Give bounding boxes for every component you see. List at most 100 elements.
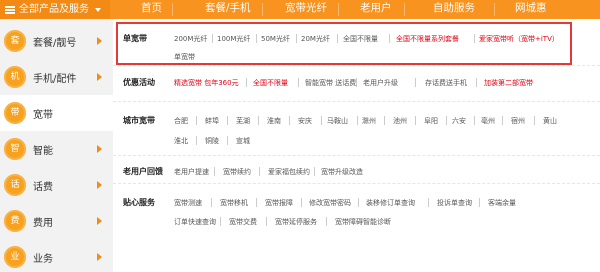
link-old-user-upgrade[interactable]: 老用户升级 [363, 78, 398, 88]
link-smart-diagnosis[interactable]: 宽带障碍智能诊断 [335, 217, 391, 227]
section-title: 城市宽带 [123, 116, 155, 125]
link-city[interactable]: 芜湖 [236, 116, 250, 126]
section-old-user-rewards: 老用户回馈 老用户提速 宽带续约 爱家福包续约 宽带升级改造 [113, 156, 600, 184]
divider [301, 198, 302, 207]
link-family-pack-renewal[interactable]: 爱家福包续约 [268, 167, 310, 177]
category-sidebar: 套 套餐/靓号 机 手机/配件 带 宽带 智 智能 话 话费 费 费用 业 业务 [0, 19, 113, 272]
link-old-user-speedup[interactable]: 老用户提速 [174, 167, 209, 177]
nav-home[interactable]: 首页 [141, 0, 162, 19]
sidebar-item-broadband[interactable]: 带 宽带 [0, 95, 113, 131]
nav-web-city-deals[interactable]: 网城惠 [515, 0, 547, 19]
link-broadband-pay[interactable]: 宽带交费 [229, 217, 257, 227]
divider [502, 116, 503, 125]
link-complaint-query[interactable]: 投诉单查询 [437, 198, 472, 208]
link-city[interactable]: 六安 [452, 116, 466, 126]
link-order-query[interactable]: 装移修订单查询 [366, 198, 415, 208]
divider [358, 198, 359, 207]
link-change-password[interactable]: 修改宽带密码 [309, 198, 351, 208]
divider [196, 116, 197, 125]
link-speed-test[interactable]: 宽带测速 [174, 198, 202, 208]
section-promotions: 优惠活动 精选宽带 包年360元 全国不限量 智能宽带 送话费 老用户升级 存话… [113, 66, 600, 102]
business-icon: 业 [4, 246, 26, 268]
link-city[interactable]: 亳州 [481, 116, 495, 126]
divider [476, 78, 477, 87]
nav-old-users[interactable]: 老用户 [360, 0, 392, 19]
link-city[interactable]: 淮北 [174, 136, 188, 146]
section-care-service: 贴心服务 宽带测速 宽带移机 宽带报障 修改宽带密码 装移修订单查询 投诉单查询… [113, 184, 600, 272]
divider [357, 116, 358, 125]
package-icon: 套 [4, 30, 26, 52]
link-city[interactable]: 铜陵 [205, 136, 219, 146]
link-city[interactable]: 蚌埠 [205, 116, 219, 126]
link-city[interactable]: 淮南 [267, 116, 281, 126]
link-city[interactable]: 合肥 [174, 116, 188, 126]
link-quick-order-query[interactable]: 订单快速查询 [174, 217, 216, 227]
sidebar-item-phones[interactable]: 机 手机/配件 [0, 59, 113, 95]
link-selected-broadband-annual[interactable]: 精选宽带 包年360元 [174, 78, 239, 88]
divider [266, 217, 267, 226]
link-deposit-get-phone[interactable]: 存话费送手机 [425, 78, 467, 88]
sidebar-item-business[interactable]: 业 业务 [0, 239, 113, 272]
nav-divider [404, 3, 405, 16]
chevron-right-icon [97, 37, 102, 45]
fees-icon: 费 [4, 210, 26, 232]
divider [289, 116, 290, 125]
divider [259, 167, 260, 176]
link-broadband-upgrade[interactable]: 宽带升级改造 [321, 167, 363, 177]
link-promo-unlimited[interactable]: 全国不限量 [253, 78, 288, 88]
sidebar-item-smart[interactable]: 智 智能 [0, 131, 113, 167]
link-city[interactable]: 黄山 [543, 116, 557, 126]
link-smart-broadband-credit[interactable]: 智能宽带 送话费 [305, 78, 356, 88]
divider [196, 136, 197, 145]
nav-packages-phones[interactable]: 套餐/手机 [205, 0, 251, 19]
divider [321, 116, 322, 125]
divider [428, 198, 429, 207]
chevron-right-icon [97, 181, 102, 189]
link-city[interactable]: 宣城 [236, 136, 250, 146]
divider [256, 198, 257, 207]
link-city[interactable]: 阜阳 [424, 116, 438, 126]
link-city[interactable]: 安庆 [298, 116, 312, 126]
link-city[interactable]: 池州 [393, 116, 407, 126]
section-title: 优惠活动 [123, 78, 155, 87]
menu-icon [4, 5, 16, 15]
nav-divider [494, 3, 495, 16]
link-city[interactable]: 宿州 [511, 116, 525, 126]
nav-divider [262, 3, 263, 16]
divider [214, 167, 215, 176]
sidebar-item-phone-bill[interactable]: 话 话费 [0, 167, 113, 203]
link-second-broadband[interactable]: 加装第二部宽带 [484, 78, 533, 88]
link-broadband-renewal[interactable]: 宽带续约 [223, 167, 251, 177]
sidebar-item-fees[interactable]: 费 费用 [0, 203, 113, 239]
sidebar-item-label: 套餐/靓号 [33, 37, 77, 49]
nav-divider [172, 3, 173, 16]
sidebar-item-label: 费用 [33, 217, 53, 229]
divider [415, 116, 416, 125]
chevron-right-icon [97, 145, 102, 153]
all-products-menu[interactable]: 全部产品及服务 [0, 0, 110, 19]
divider [258, 116, 259, 125]
sidebar-item-label: 话费 [33, 181, 53, 193]
link-report-fault[interactable]: 宽带报障 [265, 198, 293, 208]
divider [446, 116, 447, 125]
divider [314, 167, 315, 176]
phone-bill-icon: 话 [4, 174, 26, 196]
sidebar-item-packages[interactable]: 套 套餐/靓号 [0, 23, 113, 59]
top-nav: 全部产品及服务 首页 套餐/手机 宽带光纤 老用户 自助服务 网城惠 [0, 0, 600, 19]
phone-icon: 机 [4, 66, 26, 88]
link-city[interactable]: 马鞍山 [327, 116, 348, 126]
chevron-down-icon [95, 7, 101, 12]
section-title: 贴心服务 [123, 198, 155, 207]
nav-self-service[interactable]: 自助服务 [433, 0, 475, 19]
broadband-icon: 带 [4, 102, 26, 124]
link-suspend-service[interactable]: 宽带延停服务 [275, 217, 317, 227]
link-city[interactable]: 滁州 [362, 116, 376, 126]
divider [227, 116, 228, 125]
divider [220, 217, 221, 226]
nav-divider [338, 3, 339, 16]
divider [211, 198, 212, 207]
link-client-balance[interactable]: 客端余量 [488, 198, 516, 208]
nav-broadband[interactable]: 宽带光纤 [285, 0, 327, 19]
divider [356, 78, 357, 87]
link-move-broadband[interactable]: 宽带移机 [220, 198, 248, 208]
